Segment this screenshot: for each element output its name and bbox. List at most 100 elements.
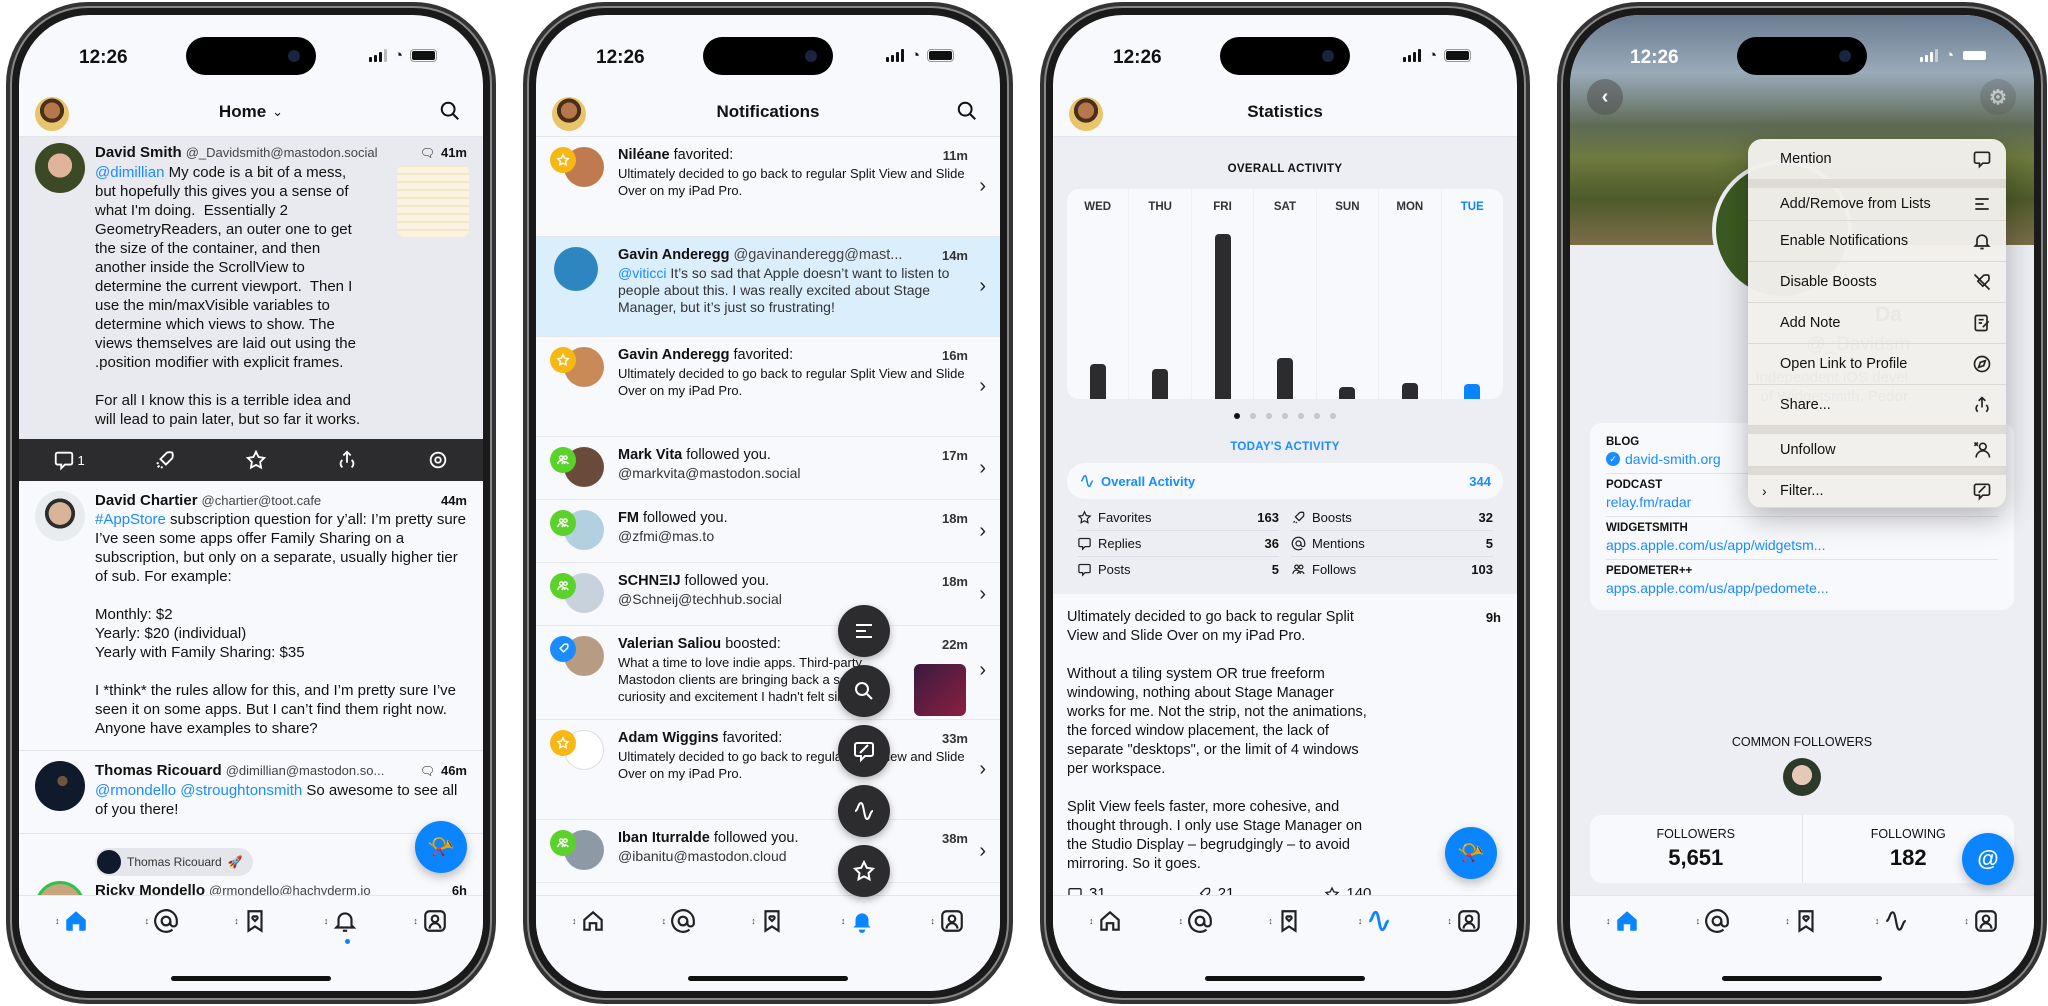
tab-bookmarks[interactable]: ↕ xyxy=(738,904,798,938)
menu-item-disable-boosts[interactable]: Disable Boosts xyxy=(1748,262,2006,303)
tab-profile[interactable]: ↕ xyxy=(1951,904,2011,938)
tab-notifications[interactable]: ↕ xyxy=(828,904,888,938)
hashtag-link[interactable]: #AppStore xyxy=(95,511,166,528)
boosted-by-chip[interactable]: Thomas Ricouard 🚀 xyxy=(95,848,253,876)
x-tick-label: MON xyxy=(1396,201,1424,213)
favorite-count[interactable]: 140 xyxy=(1324,884,1371,895)
chevron-down-icon[interactable]: ⌄ xyxy=(272,104,283,120)
tab-notifications[interactable]: ↕ xyxy=(311,904,371,944)
page-dot[interactable] xyxy=(1314,413,1320,419)
mention-link[interactable]: @viticci xyxy=(618,265,666,281)
boost-button[interactable] xyxy=(154,449,176,471)
chart-column[interactable]: SUN xyxy=(1317,189,1380,399)
page-dot[interactable] xyxy=(1234,413,1240,419)
avatar[interactable] xyxy=(35,491,85,541)
common-follower-avatar[interactable] xyxy=(1783,758,1821,796)
notification-row[interactable]: Iban Iturralde followed you. 38m @ibanitu@… xyxy=(536,820,1000,883)
timeline-post[interactable]: David Smith @_Davidsmith@mastodon.social 🗨… xyxy=(19,137,483,429)
back-button[interactable]: ‹ xyxy=(1587,79,1623,115)
account-avatar[interactable] xyxy=(552,97,586,131)
menu-item-add-note[interactable]: Add Note xyxy=(1748,303,2006,344)
menu-item-share[interactable]: Share... xyxy=(1748,385,2006,426)
tab-home[interactable]: ↕ xyxy=(42,904,102,938)
notification-row[interactable]: Valerian Saliou boosted: 22m What a time t… xyxy=(536,626,1000,720)
lists-button[interactable] xyxy=(838,605,890,657)
code-image-thumbnail[interactable] xyxy=(397,165,469,237)
chart-column[interactable]: MON xyxy=(1379,189,1442,399)
search-radial-button[interactable] xyxy=(838,665,890,717)
timeline-title[interactable]: Home xyxy=(219,102,266,122)
favorites-radial-button[interactable] xyxy=(838,845,890,897)
followers-stat[interactable]: FOLLOWERS 5,651 xyxy=(1590,815,1803,883)
notification-row[interactable]: Mark Vita followed you. 17m @markvita@mast… xyxy=(536,437,1000,500)
chart-column[interactable]: THU xyxy=(1129,189,1192,399)
search-icon[interactable] xyxy=(956,100,978,122)
tab-bookmarks[interactable]: ↕ xyxy=(1772,904,1832,938)
favorite-button[interactable] xyxy=(245,449,267,471)
tab-statistics[interactable]: ↕ xyxy=(1345,904,1405,938)
tab-profile[interactable]: ↕ xyxy=(1434,904,1494,938)
profile-options-button[interactable]: ⚙ xyxy=(1980,79,2016,115)
share-button[interactable] xyxy=(336,449,358,471)
menu-item-add-remove-from-lists[interactable]: Add/Remove from Lists xyxy=(1748,180,2006,221)
timeline-post[interactable]: David Chartier @chartier@toot.cafe 44m #Ap… xyxy=(19,481,483,751)
boost-count[interactable]: 21 xyxy=(1196,884,1234,895)
reply-count[interactable]: 31 xyxy=(1067,884,1106,895)
page-indicator[interactable] xyxy=(1067,399,1503,431)
tab-mentions[interactable]: ↕ xyxy=(1165,904,1225,938)
notification-row[interactable]: FM followed you. 18m @zfmi@mas.to › xyxy=(536,500,1000,563)
menu-item-enable-notifications[interactable]: Enable Notifications xyxy=(1748,221,2006,262)
tab-home[interactable]: ↕ xyxy=(559,904,619,938)
tab-home[interactable]: ↕ xyxy=(1593,904,1653,938)
tab-profile[interactable]: ↕ xyxy=(917,904,977,938)
account-avatar[interactable] xyxy=(35,97,69,131)
field-link[interactable]: apps.apple.com/us/app/widgetsm... xyxy=(1606,537,1998,553)
filter-radial-button[interactable] xyxy=(838,725,890,777)
tab-statistics[interactable]: ↕ xyxy=(1862,904,1922,938)
activity-radial-button[interactable] xyxy=(838,785,890,837)
tab-bookmarks[interactable]: ↕ xyxy=(1255,904,1315,938)
page-dot[interactable] xyxy=(1330,413,1336,419)
more-settings-button[interactable] xyxy=(427,449,449,471)
page-dot[interactable] xyxy=(1282,413,1288,419)
notification-row[interactable]: Niléane favorited: 11m Ultimately decided … xyxy=(536,137,1000,237)
avatar[interactable] xyxy=(35,761,85,811)
menu-item-open-link-to-profile[interactable]: Open Link to Profile xyxy=(1748,344,2006,385)
timeline-post[interactable]: Ricky Mondello @rmondello@hachyderm.io 6h xyxy=(19,879,483,895)
page-dot[interactable] xyxy=(1266,413,1272,419)
tab-home[interactable]: ↕ xyxy=(1076,904,1136,938)
chart-column[interactable]: FRI xyxy=(1192,189,1255,399)
mention-link[interactable]: @rmondello @stroughtonsmith xyxy=(95,782,302,799)
compose-button[interactable]: 📯 xyxy=(415,821,467,873)
page-dot[interactable] xyxy=(1250,413,1256,419)
page-dot[interactable] xyxy=(1298,413,1304,419)
mention-compose-button[interactable]: @ xyxy=(1962,833,2014,885)
reply-button[interactable]: 1 xyxy=(53,449,85,471)
compose-button[interactable]: 📯 xyxy=(1445,827,1497,879)
tab-mentions[interactable]: ↕ xyxy=(1682,904,1742,938)
account-avatar[interactable] xyxy=(1069,97,1103,131)
post-image-thumbnail[interactable] xyxy=(914,664,966,716)
tab-profile[interactable]: ↕ xyxy=(400,904,460,938)
chart-column[interactable]: WED xyxy=(1067,189,1130,399)
overall-activity-row[interactable]: Overall Activity 344 xyxy=(1067,463,1503,499)
menu-item-unfollow[interactable]: Unfollow xyxy=(1748,426,2006,467)
avatar[interactable] xyxy=(35,881,85,895)
menu-item-mention[interactable]: Mention xyxy=(1748,139,2006,180)
notification-row[interactable]: Adam Wiggins favorited: 33m Ultimately dec… xyxy=(536,720,1000,820)
avatar[interactable] xyxy=(554,247,598,291)
avatar[interactable] xyxy=(35,143,85,193)
notification-row[interactable]: Gavin Anderegg favorited: 16m Ultimately d… xyxy=(536,337,1000,437)
tab-mentions[interactable]: ↕ xyxy=(648,904,708,938)
timeline-post[interactable]: Thomas Ricouard @dimillian@mastodon.so...… xyxy=(19,751,483,834)
search-icon[interactable] xyxy=(439,100,461,122)
chart-column[interactable]: TUE xyxy=(1442,189,1503,399)
tab-bookmarks[interactable]: ↕ xyxy=(221,904,281,938)
tab-mentions[interactable]: ↕ xyxy=(131,904,191,938)
notification-row[interactable]: SCHNΞIJ followed you. 18m @Schneij@techhub… xyxy=(536,563,1000,626)
field-link[interactable]: apps.apple.com/us/app/pedomete... xyxy=(1606,580,1998,596)
mention-link[interactable]: @dimillian xyxy=(95,164,164,181)
chart-column[interactable]: SAT xyxy=(1254,189,1317,399)
notification-row[interactable]: Gavin Anderegg @gavinanderegg@mast... 14m… xyxy=(536,237,1000,337)
menu-item-filter[interactable]: › Filter... xyxy=(1748,467,2006,508)
